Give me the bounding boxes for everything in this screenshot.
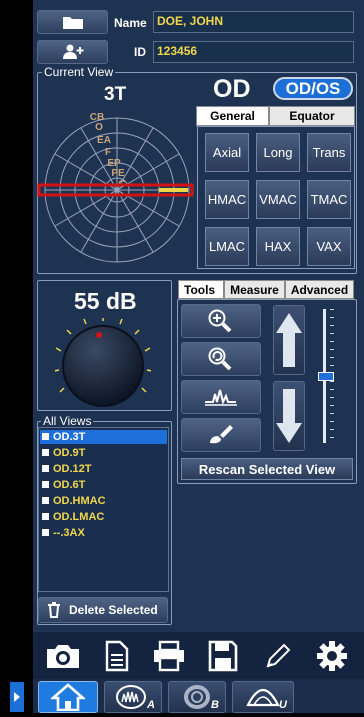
camera-button[interactable] <box>38 637 88 675</box>
gain-knob[interactable] <box>55 318 151 410</box>
zoom-reset-button[interactable] <box>181 342 261 376</box>
list-item[interactable]: OD.6T <box>40 478 167 492</box>
view-checkbox[interactable] <box>42 497 49 504</box>
document-icon <box>105 640 129 672</box>
tab-advanced[interactable]: Advanced <box>285 280 354 299</box>
list-item[interactable]: OD.3T <box>40 430 167 444</box>
id-label: ID <box>134 45 146 59</box>
print-button[interactable] <box>145 637 193 675</box>
list-item[interactable]: OD.9T <box>40 446 167 460</box>
zoom-reset-icon <box>208 347 232 371</box>
view-code: 3T <box>104 84 127 105</box>
scan-type-button-vmac[interactable]: VMAC <box>256 180 300 219</box>
scan-type-button-vax[interactable]: VAX <box>307 227 351 266</box>
view-checkbox[interactable] <box>42 481 49 488</box>
od-os-toggle[interactable]: OD/OS <box>273 77 353 100</box>
name-label: Name <box>114 16 147 30</box>
view-label: --.3AX <box>53 527 85 539</box>
knob-indicator <box>96 332 102 338</box>
tab-tools[interactable]: Tools <box>178 280 224 299</box>
radial-label-f: F <box>105 147 111 158</box>
annotate-brush-icon <box>210 425 233 444</box>
list-item[interactable]: OD.HMAC <box>40 494 167 508</box>
list-item[interactable]: OD.LMAC <box>40 510 167 524</box>
settings-button[interactable] <box>308 637 356 675</box>
probe-orientation-diagram[interactable]: CB O EA F EP PE C <box>37 106 197 272</box>
scan-type-button-lmac[interactable]: LMAC <box>205 227 249 266</box>
arrow-down-icon <box>276 389 302 443</box>
annotate-button[interactable] <box>181 418 261 452</box>
view-label: OD.9T <box>53 447 86 459</box>
slider-thumb[interactable] <box>318 372 334 381</box>
view-label: OD.LMAC <box>53 511 105 523</box>
b-scan-probe-icon <box>184 685 210 709</box>
b-scan-mode-button[interactable]: B <box>168 681 226 713</box>
view-checkbox[interactable] <box>42 529 49 536</box>
waveform-icon <box>205 389 237 406</box>
ubm-mode-label: U <box>279 699 287 711</box>
radial-label-o: O <box>95 122 103 133</box>
scan-type-button-tmac[interactable]: TMAC <box>307 180 351 219</box>
view-checkbox[interactable] <box>42 449 49 456</box>
zoom-in-icon <box>208 309 232 333</box>
expand-arrow-button[interactable] <box>10 682 24 712</box>
scan-type-button-trans[interactable]: Trans <box>307 133 351 172</box>
list-item[interactable]: --.3AX <box>40 526 167 540</box>
printer-icon <box>154 640 184 672</box>
name-field[interactable]: DOE, JOHN <box>153 11 354 33</box>
view-checkbox[interactable] <box>42 433 49 440</box>
view-label: OD.6T <box>53 479 86 491</box>
a-scan-mode-button[interactable]: A <box>104 681 162 713</box>
view-label: OD.HMAC <box>53 495 106 507</box>
ubm-probe-icon <box>246 688 280 707</box>
home-icon <box>51 683 85 711</box>
scan-type-button-long[interactable]: Long <box>256 133 300 172</box>
current-view-title: Current View <box>42 65 116 79</box>
tab-equator[interactable]: Equator <box>269 106 355 126</box>
gain-value: 55 dB <box>74 288 137 314</box>
eye-label: OD <box>213 75 251 103</box>
rescan-selected-view-button[interactable]: Rescan Selected View <box>181 458 353 480</box>
gear-icon <box>317 641 347 671</box>
arrow-up-icon <box>276 313 302 367</box>
b-scan-mode-label: B <box>211 699 219 711</box>
trash-icon <box>48 602 60 618</box>
radial-label-ea: EA <box>97 135 111 146</box>
pencil-icon <box>266 643 291 668</box>
camera-icon <box>47 645 79 668</box>
delete-selected-label: Delete Selected <box>69 603 158 617</box>
add-person-icon <box>62 44 83 59</box>
add-patient-button[interactable] <box>37 40 108 64</box>
open-folder-button[interactable] <box>37 10 108 34</box>
delete-selected-button[interactable]: Delete Selected <box>38 597 168 623</box>
tab-general[interactable]: General <box>196 106 269 126</box>
report-button[interactable] <box>95 637 139 675</box>
view-checkbox[interactable] <box>42 465 49 472</box>
list-item[interactable]: OD.12T <box>40 462 167 476</box>
scan-type-button-axial[interactable]: Axial <box>205 133 249 172</box>
ubm-mode-button[interactable]: U <box>232 681 294 713</box>
tab-measure[interactable]: Measure <box>224 280 285 299</box>
zoom-in-button[interactable] <box>181 304 261 338</box>
id-field[interactable]: 123456 <box>153 41 354 63</box>
meridian-labels: CB O EA F EP PE C <box>90 112 126 190</box>
move-up-button[interactable] <box>273 305 305 375</box>
chevron-right-icon <box>14 692 20 702</box>
save-floppy-icon <box>208 640 238 672</box>
a-scan-mode-label: A <box>147 699 155 711</box>
waveform-button[interactable] <box>181 380 261 414</box>
radial-label-pe: PE <box>111 168 125 179</box>
view-checkbox[interactable] <box>42 513 49 520</box>
move-down-button[interactable] <box>273 381 305 451</box>
save-button[interactable] <box>199 637 247 675</box>
depth-slider[interactable] <box>315 309 341 443</box>
scan-type-button-hmac[interactable]: HMAC <box>205 180 249 219</box>
view-label: OD.12T <box>53 463 92 475</box>
scan-type-button-hax[interactable]: HAX <box>256 227 300 266</box>
view-label: OD.3T <box>53 431 86 443</box>
folder-icon <box>62 17 83 29</box>
home-button[interactable] <box>38 681 98 713</box>
edit-button[interactable] <box>254 637 302 675</box>
